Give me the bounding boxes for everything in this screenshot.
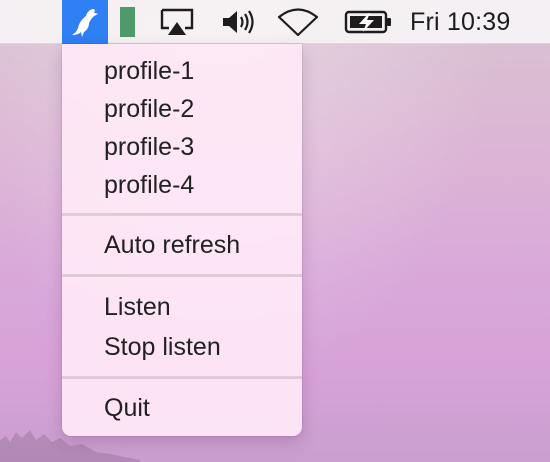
bird-app-icon <box>72 9 98 37</box>
wifi-icon <box>277 8 319 36</box>
menu-separator <box>62 213 302 216</box>
airplay-menu[interactable] <box>155 0 199 44</box>
battery-charging-icon <box>344 10 391 34</box>
menu-bar: Fri 10:39 <box>0 0 550 44</box>
green-bar-icon <box>119 7 135 37</box>
clock[interactable]: Fri 10:39 <box>410 0 540 44</box>
menu-item-auto-refresh[interactable]: Auto refresh <box>62 226 302 264</box>
menu-item-profile-3[interactable]: profile-3 <box>62 128 302 166</box>
menu-item-profile-1[interactable]: profile-1 <box>62 52 302 90</box>
menu-separator <box>62 376 302 379</box>
menu-item-profile-4[interactable]: profile-4 <box>62 166 302 204</box>
app-status-item[interactable] <box>62 0 108 44</box>
airplay-icon <box>160 8 194 35</box>
menu-item-listen[interactable]: Listen <box>62 288 302 326</box>
volume-icon <box>223 10 254 34</box>
status-dropdown-menu: profile-1 profile-2 profile-3 profile-4 … <box>62 44 302 436</box>
battery-menu[interactable] <box>343 0 395 44</box>
wifi-menu[interactable] <box>276 0 320 44</box>
volume-menu[interactable] <box>218 0 258 44</box>
green-indicator[interactable] <box>119 0 135 44</box>
menu-item-profile-2[interactable]: profile-2 <box>62 90 302 128</box>
menu-item-quit[interactable]: Quit <box>62 389 302 427</box>
menu-separator <box>62 274 302 277</box>
menu-item-stop-listen[interactable]: Stop listen <box>62 328 302 366</box>
